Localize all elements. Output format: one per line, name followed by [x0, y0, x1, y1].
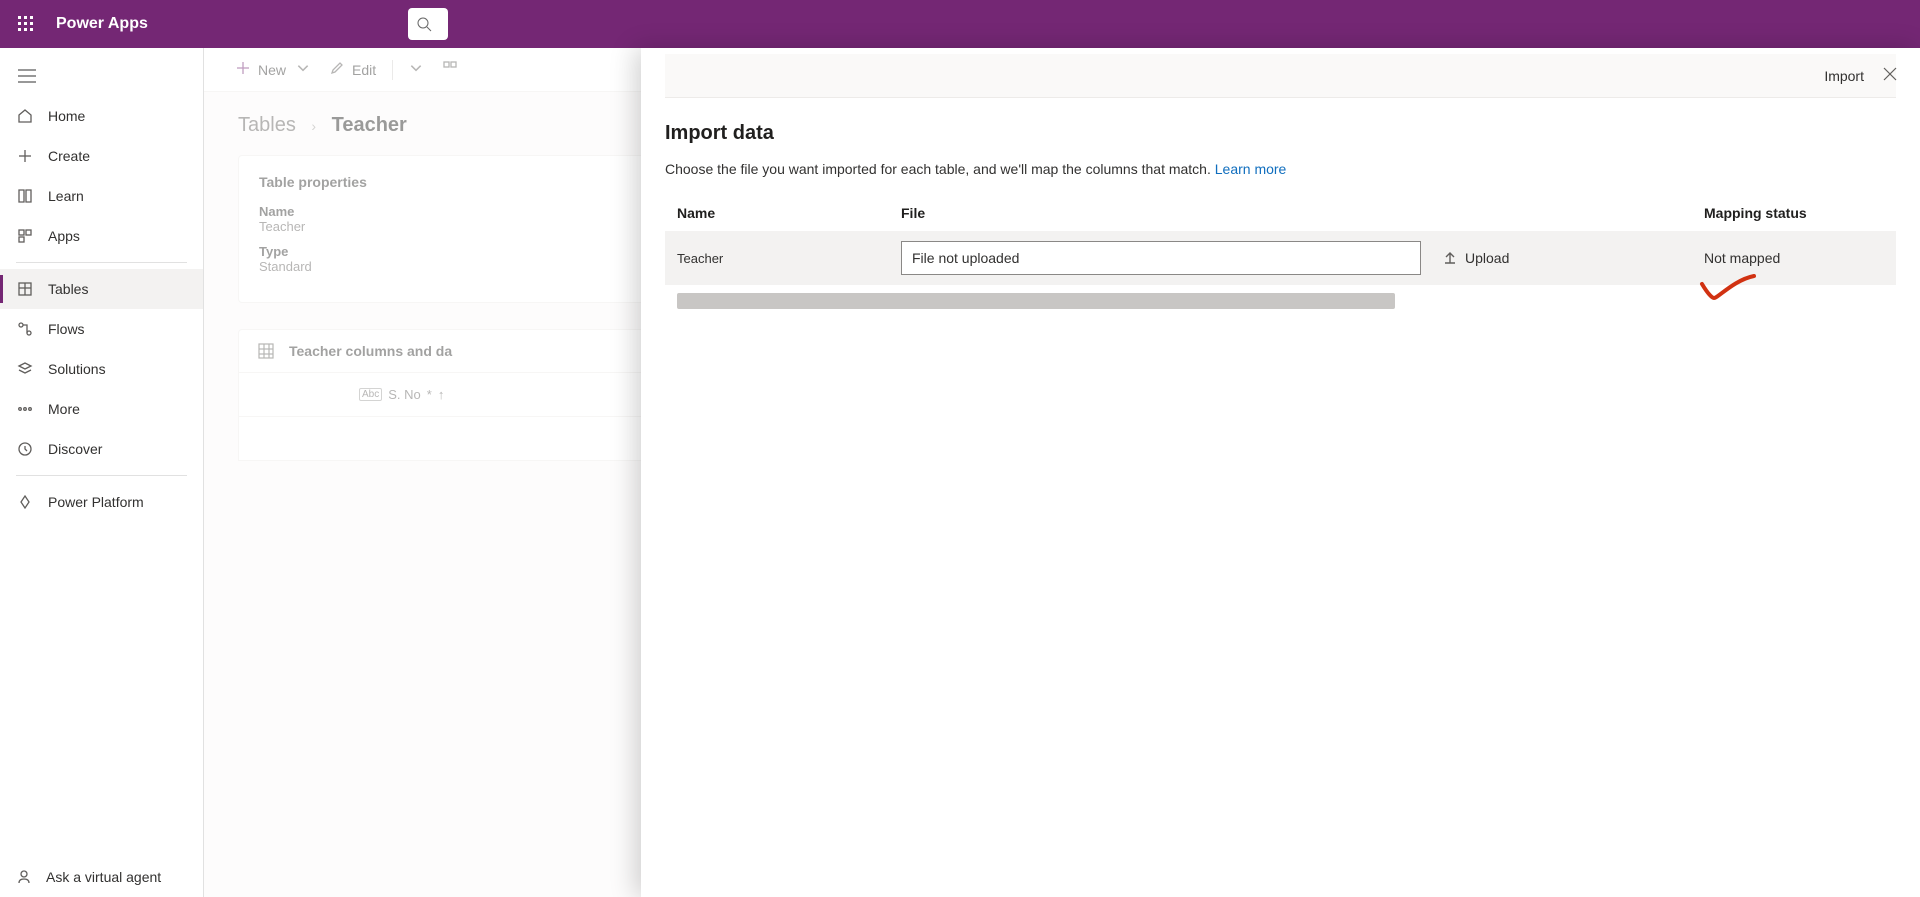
search-box[interactable]	[408, 8, 448, 40]
nav-home[interactable]: Home	[0, 96, 203, 136]
desc-text: Choose the file you want imported for ea…	[665, 161, 1215, 177]
more-icon	[16, 400, 34, 418]
platform-icon	[16, 493, 34, 511]
col-name-header: Name	[677, 205, 901, 221]
nav-label: Power Platform	[48, 494, 144, 510]
row-status: Not mapped	[1704, 250, 1884, 266]
suite-header: Power Apps	[0, 0, 1920, 48]
layers-icon	[16, 360, 34, 378]
file-input[interactable]	[901, 241, 1421, 275]
status-text: Not mapped	[1704, 250, 1780, 266]
col-status-header: Mapping status	[1704, 205, 1884, 221]
row-name: Teacher	[677, 251, 901, 266]
nav-power-platform[interactable]: Power Platform	[0, 482, 203, 522]
upload-label: Upload	[1465, 250, 1509, 266]
left-nav: Home Create Learn Apps Tables Flows Solu…	[0, 48, 204, 897]
nav-tables[interactable]: Tables	[0, 269, 203, 309]
nav-label: Tables	[48, 281, 88, 297]
table-row: Teacher Upload Not mapped	[665, 231, 1896, 285]
apps-icon	[16, 227, 34, 245]
app-title: Power Apps	[56, 15, 148, 33]
table-icon	[16, 280, 34, 298]
nav-label: Learn	[48, 188, 84, 204]
main-content: New Edit Tables › Teacher Table properti…	[204, 48, 1920, 897]
search-icon	[416, 16, 432, 32]
nav-label: Home	[48, 108, 85, 124]
nav-discover[interactable]: Discover	[0, 429, 203, 469]
import-panel: Import Import data Choose the file you w…	[641, 48, 1920, 897]
nav-label: More	[48, 401, 80, 417]
panel-description: Choose the file you want imported for ea…	[665, 161, 1896, 177]
agent-icon	[16, 869, 32, 885]
nav-more[interactable]: More	[0, 389, 203, 429]
nav-divider	[16, 475, 187, 476]
close-button[interactable]	[1876, 60, 1904, 88]
nav-learn[interactable]: Learn	[0, 176, 203, 216]
import-button[interactable]: Import	[1816, 64, 1872, 88]
table-header-row: Name File Mapping status	[665, 205, 1896, 231]
ask-label: Ask a virtual agent	[46, 869, 161, 885]
close-icon	[1883, 67, 1897, 81]
nav-label: Flows	[48, 321, 85, 337]
home-icon	[16, 107, 34, 125]
ask-virtual-agent[interactable]: Ask a virtual agent	[16, 869, 161, 885]
panel-command-bar: Import	[665, 54, 1896, 98]
learn-more-link[interactable]: Learn more	[1215, 161, 1287, 177]
nav-label: Solutions	[48, 361, 106, 377]
nav-collapse-button[interactable]	[0, 56, 203, 96]
nav-solutions[interactable]: Solutions	[0, 349, 203, 389]
nav-flows[interactable]: Flows	[0, 309, 203, 349]
flow-icon	[16, 320, 34, 338]
plus-icon	[16, 147, 34, 165]
nav-label: Create	[48, 148, 90, 164]
nav-divider	[16, 262, 187, 263]
clock-icon	[16, 440, 34, 458]
app-launcher-icon[interactable]	[10, 8, 42, 40]
nav-label: Apps	[48, 228, 80, 244]
col-file-header: File	[901, 205, 1704, 221]
nav-apps[interactable]: Apps	[0, 216, 203, 256]
upload-button[interactable]: Upload	[1437, 250, 1515, 266]
panel-title: Import data	[665, 122, 1896, 145]
upload-icon	[1443, 251, 1457, 265]
nav-label: Discover	[48, 441, 102, 457]
import-table: Name File Mapping status Teacher Upload	[665, 205, 1896, 309]
annotation-checkmark	[1698, 272, 1758, 302]
book-icon	[16, 187, 34, 205]
nav-create[interactable]: Create	[0, 136, 203, 176]
horizontal-scrollbar[interactable]	[677, 293, 1395, 309]
